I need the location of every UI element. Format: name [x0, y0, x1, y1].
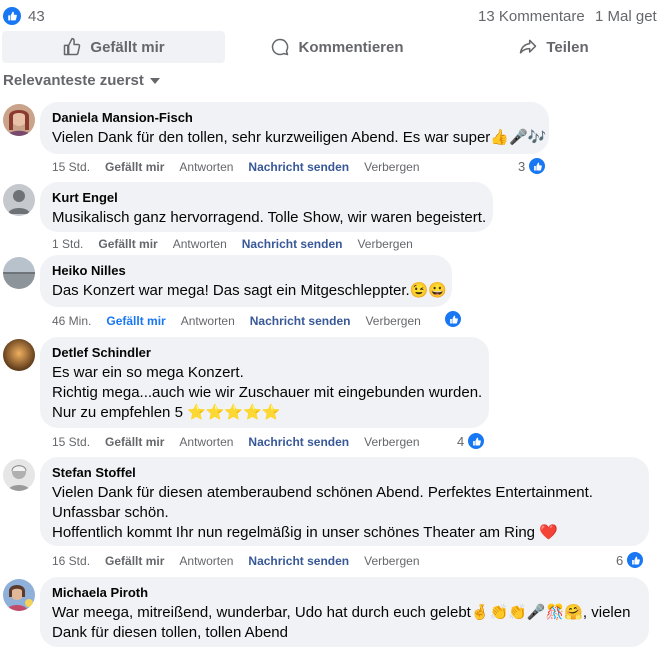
comment-item: Daniela Mansion-Fisch Vielen Dank für de… — [0, 102, 657, 182]
thumbs-up-icon — [64, 37, 81, 56]
caret-down-icon — [149, 77, 160, 84]
comment-bubble: Daniela Mansion-Fisch Vielen Dank für de… — [40, 102, 549, 154]
comment-item: Stefan Stoffel Vielen Dank für diesen at… — [0, 457, 657, 575]
comment-reply-link[interactable]: Antworten — [179, 435, 233, 449]
comment-text: Vielen Dank für diesen atemberaubend sch… — [52, 484, 593, 501]
comment-bubble: Heiko Nilles Das Konzert war mega! Das s… — [40, 255, 452, 307]
comment-text: Musikalisch ganz hervorragend. Tolle Sho… — [52, 209, 487, 226]
comment-button-label: Kommentieren — [298, 38, 404, 56]
comment-text: Dank für diesen tollen, tollen Abend — [52, 624, 288, 641]
comment-hide-link[interactable]: Verbergen — [365, 314, 420, 328]
comment-reactions[interactable] — [444, 310, 462, 328]
comment-author[interactable]: Daniela Mansion-Fisch — [52, 110, 537, 126]
comment-reactions[interactable]: 3 — [518, 157, 547, 175]
share-arrow-icon — [520, 39, 537, 54]
comment-text: Das Konzert war mega! Das sagt ein Mitge… — [52, 282, 448, 299]
comment-hide-link[interactable]: Verbergen — [364, 160, 419, 174]
comment-time[interactable]: 15 Std. — [52, 160, 90, 174]
avatar[interactable] — [3, 184, 35, 216]
comment-text: Vielen Dank für den tollen, sehr kurzwei… — [52, 129, 547, 146]
comment-item: Detlef Schindler Es war ein so mega Konz… — [0, 337, 657, 455]
speech-bubble-icon — [272, 38, 289, 56]
comment-meta: 46 Min. Gefällt mir Antworten Nachricht … — [52, 314, 436, 328]
comment-hide-link[interactable]: Verbergen — [357, 237, 412, 251]
avatar[interactable] — [3, 339, 35, 371]
like-reaction-icon — [626, 551, 645, 569]
share-button[interactable]: Teilen — [450, 31, 657, 63]
comment-message-link[interactable]: Nachricht senden — [248, 160, 349, 174]
like-button[interactable]: Gefällt mir — [2, 31, 225, 63]
comment-text: Richtig mega...auch wie wir Zuschauer mi… — [52, 384, 483, 401]
comment-text: War meega, mitreißend, wunderbar, Udo ha… — [52, 604, 631, 621]
comment-text: Es war ein so mega Konzert. — [52, 364, 244, 381]
reaction-summary-bar: 43 13 Kommentare 1 Mal get — [0, 0, 657, 32]
reaction-count: 6 — [616, 552, 624, 568]
reaction-count: 3 — [518, 158, 526, 174]
comment-like-link[interactable]: Gefällt mir — [105, 160, 164, 174]
like-button-label: Gefällt mir — [90, 38, 165, 56]
like-count[interactable]: 43 — [28, 8, 45, 25]
avatar[interactable] — [3, 459, 35, 491]
comment-author[interactable]: Michaela Piroth — [52, 585, 637, 601]
comment-sort-dropdown[interactable]: Relevanteste zuerst — [3, 72, 160, 89]
comment-message-link[interactable]: Nachricht senden — [242, 237, 343, 251]
comment-reactions[interactable]: 6 — [616, 551, 645, 569]
comment-reply-link[interactable]: Antworten — [173, 237, 227, 251]
comment-item: Heiko Nilles Das Konzert war mega! Das s… — [0, 255, 657, 335]
comment-reply-link[interactable]: Antworten — [179, 554, 233, 568]
comment-author[interactable]: Heiko Nilles — [52, 263, 440, 279]
comment-item: Michaela Piroth War meega, mitreißend, w… — [0, 577, 657, 656]
comment-like-link[interactable]: Gefällt mir — [105, 554, 164, 568]
comment-author[interactable]: Stefan Stoffel — [52, 465, 637, 481]
avatar[interactable] — [3, 104, 35, 136]
avatar[interactable] — [3, 579, 35, 611]
comment-like-link[interactable]: Gefällt mir — [98, 237, 157, 251]
comment-time[interactable]: 15 Std. — [52, 435, 90, 449]
comment-bubble: Kurt Engel Musikalisch ganz hervorragend… — [40, 182, 493, 232]
share-button-label: Teilen — [546, 38, 589, 56]
comment-text: Hoffentlich kommt Ihr nun regelmäßig in … — [52, 524, 558, 541]
comment-message-link[interactable]: Nachricht senden — [248, 554, 349, 568]
comment-button[interactable]: Kommentieren — [232, 31, 442, 63]
comment-meta: 15 Std. Gefällt mir Antworten Nachricht … — [52, 435, 435, 449]
comment-text: Nur zu empfehlen 5 ⭐⭐⭐⭐⭐ — [52, 404, 281, 421]
shares-count[interactable]: 1 Mal get — [595, 8, 657, 25]
comment-item: Kurt Engel Musikalisch ganz hervorragend… — [0, 182, 657, 252]
comment-time[interactable]: 16 Std. — [52, 554, 90, 568]
like-reaction-icon — [528, 157, 547, 175]
comment-like-link[interactable]: Gefällt mir — [106, 314, 165, 328]
comment-reactions[interactable]: 4 — [457, 432, 486, 450]
comment-reply-link[interactable]: Antworten — [179, 160, 233, 174]
comment-hide-link[interactable]: Verbergen — [364, 554, 419, 568]
comment-message-link[interactable]: Nachricht senden — [248, 435, 349, 449]
like-reaction-icon[interactable] — [3, 7, 21, 25]
comment-time[interactable]: 46 Min. — [52, 314, 91, 328]
comment-time[interactable]: 1 Std. — [52, 237, 83, 251]
comment-bubble: Detlef Schindler Es war ein so mega Konz… — [40, 337, 489, 428]
comment-meta: 1 Std. Gefällt mir Antworten Nachricht s… — [52, 237, 428, 251]
comment-bubble: Michaela Piroth War meega, mitreißend, w… — [40, 577, 649, 647]
comment-author[interactable]: Detlef Schindler — [52, 345, 477, 361]
comment-text: Unfassbar schön. — [52, 504, 169, 521]
sort-label: Relevanteste zuerst — [3, 72, 144, 89]
comment-bubble: Stefan Stoffel Vielen Dank für diesen at… — [40, 457, 649, 546]
comments-count[interactable]: 13 Kommentare — [478, 8, 585, 25]
comment-meta: 15 Std. Gefällt mir Antworten Nachricht … — [52, 160, 435, 174]
reaction-count: 4 — [457, 433, 465, 449]
like-reaction-icon — [467, 432, 486, 450]
comment-hide-link[interactable]: Verbergen — [364, 435, 419, 449]
avatar[interactable] — [3, 257, 35, 289]
comment-like-link[interactable]: Gefällt mir — [105, 435, 164, 449]
comment-reply-link[interactable]: Antworten — [181, 314, 235, 328]
comment-author[interactable]: Kurt Engel — [52, 190, 481, 206]
comment-message-link[interactable]: Nachricht senden — [250, 314, 351, 328]
post-action-bar: Gefällt mir Kommentieren Teilen — [0, 30, 657, 64]
like-reaction-icon — [444, 310, 462, 328]
comment-meta: 16 Std. Gefällt mir Antworten Nachricht … — [52, 554, 435, 568]
